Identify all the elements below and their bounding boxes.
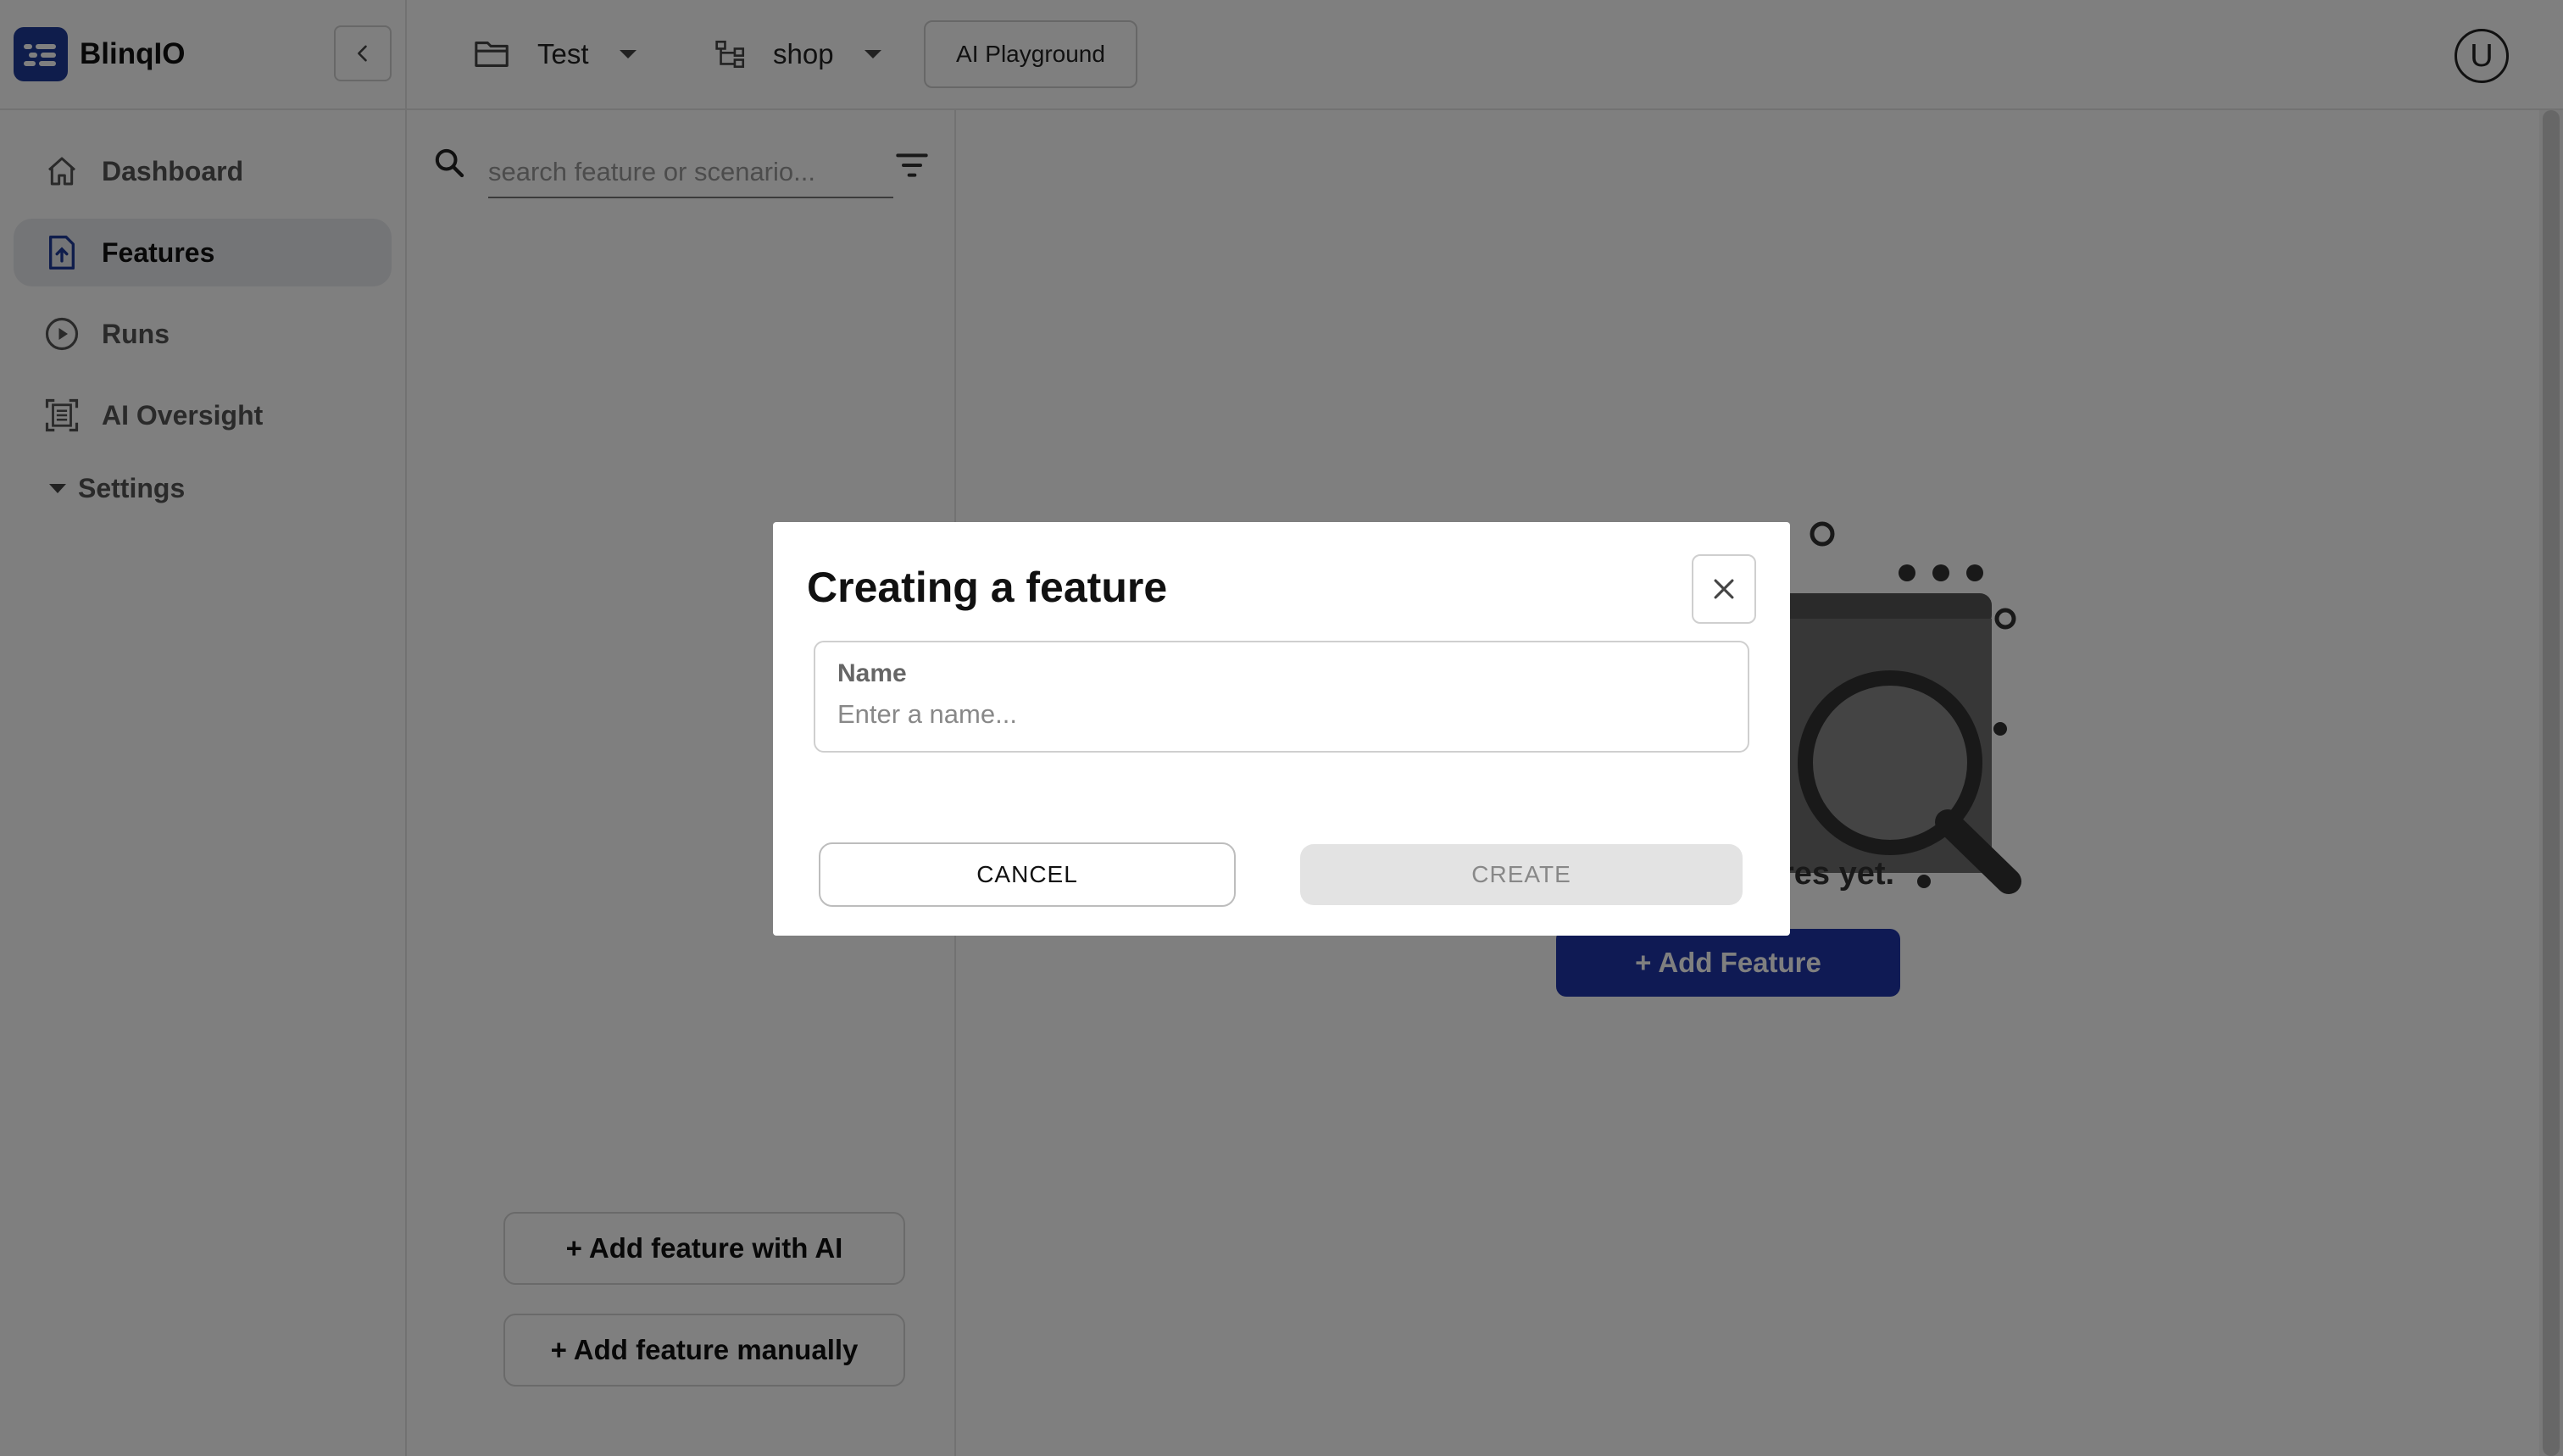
name-input[interactable]: [837, 695, 1719, 734]
create-button[interactable]: CREATE: [1300, 844, 1743, 905]
name-field-label: Name: [837, 659, 907, 687]
dialog-title: Creating a feature: [807, 564, 1168, 611]
name-field[interactable]: Name: [814, 641, 1749, 753]
close-icon: [1714, 579, 1734, 599]
cancel-button[interactable]: CANCEL: [819, 842, 1236, 907]
close-button[interactable]: [1692, 554, 1756, 624]
create-feature-dialog: Creating a feature Name CANCEL CREATE: [773, 522, 1790, 936]
